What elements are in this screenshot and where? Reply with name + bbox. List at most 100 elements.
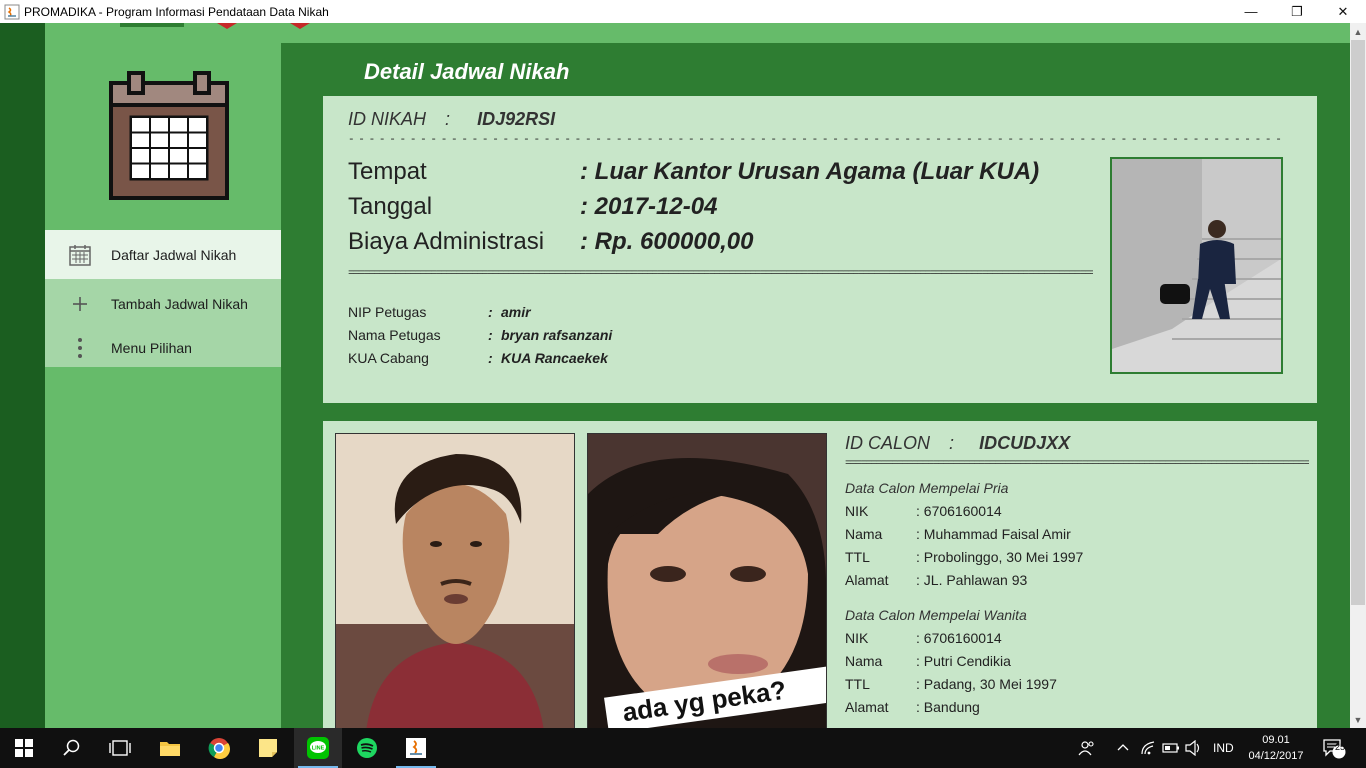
wifi-icon[interactable] (1140, 728, 1156, 768)
calendar-logo-icon (109, 71, 229, 201)
java-app-icon[interactable] (392, 728, 440, 768)
id-calon-label: ID CALON (845, 433, 931, 453)
id-nikah-label: ID NIKAH (348, 109, 427, 129)
pria-nama-label: Nama (845, 526, 883, 542)
more-vertical-icon (68, 336, 92, 360)
search-icon[interactable] (48, 728, 96, 768)
pria-section-title: Data Calon Mempelai Pria (845, 480, 1009, 496)
task-view-icon[interactable] (96, 728, 144, 768)
divider-dashes: - - - - - - - - - - - - - - - - - - - - … (348, 134, 1284, 146)
biaya-value: : Rp. 600000,00 (580, 228, 754, 255)
nip-petugas-value: amir (501, 304, 531, 320)
sidebar-item-menu-pilihan[interactable]: Menu Pilihan (45, 328, 281, 367)
file-explorer-icon[interactable] (146, 728, 194, 768)
top-strip (45, 23, 1350, 43)
close-button[interactable]: ✕ (1320, 0, 1366, 23)
clock-time: 09.01 (1262, 734, 1290, 746)
calendar-icon (68, 243, 92, 267)
title-bar: PROMADIKA - Program Informasi Pendataan … (0, 0, 1366, 23)
nama-petugas-label: Nama Petugas (348, 327, 441, 343)
scroll-thumb[interactable] (1351, 40, 1365, 605)
wanita-alamat-label: Alamat (845, 699, 889, 715)
tanggal-label: Tanggal (348, 193, 433, 220)
wanita-alamat-value: : Bandung (916, 699, 980, 715)
notifications-icon[interactable]: 25 (1322, 728, 1346, 768)
maximize-button[interactable]: ❐ (1274, 0, 1320, 23)
id-nikah-sep: : (445, 109, 451, 129)
scroll-up-icon[interactable]: ▲ (1350, 23, 1366, 40)
system-clock[interactable]: 09.01 04/12/2017 (1245, 732, 1307, 764)
nip-petugas-label: NIP Petugas (348, 304, 427, 320)
wanita-nik-value: : 6706160014 (916, 630, 1002, 646)
pria-nik-value: : 6706160014 (916, 503, 1002, 519)
id-nikah-row: ID NIKAH : IDJ92RSI (348, 109, 555, 130)
sticky-notes-icon[interactable] (244, 728, 292, 768)
chrome-icon[interactable] (195, 728, 243, 768)
calon-detail-card: ada yg peka? ID CALON : IDCUDJXX =======… (323, 421, 1317, 728)
pria-nik-label: NIK (845, 503, 869, 519)
groom-photo (335, 433, 575, 728)
biaya-label: Biaya Administrasi (348, 228, 545, 255)
id-calon-row: ID CALON : IDCUDJXX (845, 433, 1070, 454)
wanita-ttl-value: : Padang, 30 Mei 1997 (916, 676, 1057, 692)
header-fragment (120, 23, 184, 27)
scroll-down-icon[interactable]: ▼ (1350, 711, 1366, 728)
svg-text:LINE: LINE (312, 746, 325, 752)
kua-cabang-value: KUA Rancaekek (501, 350, 608, 366)
divider-equals: ========================================… (348, 268, 1093, 280)
people-icon[interactable] (1078, 728, 1096, 768)
pria-alamat-value: : JL. Pahlawan 93 (916, 572, 1028, 588)
id-calon-value: IDCUDJXX (979, 433, 1071, 453)
divider-equals: ========================================… (845, 458, 1309, 470)
language-indicator[interactable]: IND (1213, 728, 1234, 768)
pria-alamat-label: Alamat (845, 572, 889, 588)
nama-petugas-colon: : (488, 327, 493, 343)
nip-colon: : (488, 304, 493, 320)
volume-icon[interactable] (1185, 728, 1203, 768)
officer-photo (1110, 157, 1283, 374)
tanggal-value: : 2017-12-04 (580, 193, 718, 220)
page-title: Detail Jadwal Nikah (364, 59, 570, 84)
clock-date: 04/12/2017 (1248, 750, 1304, 762)
sidebar-item-label: Menu Pilihan (111, 339, 192, 356)
id-calon-sep: : (949, 433, 955, 453)
vertical-scrollbar[interactable]: ▲ ▼ (1350, 23, 1366, 728)
sidebar-item-label: Daftar Jadwal Nikah (111, 246, 237, 263)
bride-photo: ada yg peka? (587, 433, 827, 728)
kua-cabang-colon: : (488, 350, 493, 366)
nama-petugas-value: bryan rafsanzani (501, 327, 613, 343)
wanita-ttl-label: TTL (845, 676, 870, 692)
pria-ttl-value: : Probolinggo, 30 Mei 1997 (916, 549, 1084, 565)
tempat-label: Tempat (348, 158, 427, 185)
outer-left-band (0, 23, 45, 728)
window-title: PROMADIKA - Program Informasi Pendataan … (24, 4, 329, 19)
header-fragment (217, 23, 237, 29)
windows-start-icon[interactable] (0, 728, 48, 768)
minimize-button[interactable]: — (1228, 0, 1274, 23)
sidebar-item-daftar-jadwal-nikah[interactable]: Daftar Jadwal Nikah (45, 230, 281, 279)
tempat-value: : Luar Kantor Urusan Agama (Luar KUA) (580, 158, 1040, 185)
wanita-nik-label: NIK (845, 630, 869, 646)
pria-ttl-label: TTL (845, 549, 870, 565)
sidebar-menu: Daftar Jadwal Nikah Tambah Jadwal Nikah … (45, 230, 281, 367)
header-fragment (290, 23, 310, 29)
kua-cabang-label: KUA Cabang (348, 350, 429, 366)
nikah-detail-card: ID NIKAH : IDJ92RSI - - - - - - - - - - … (323, 96, 1317, 403)
java-app-icon (4, 4, 20, 19)
line-app-icon[interactable]: LINE (294, 728, 342, 768)
spotify-icon[interactable] (343, 728, 391, 768)
wanita-nama-label: Nama (845, 653, 883, 669)
chevron-up-icon[interactable] (1116, 728, 1130, 768)
id-nikah-value: IDJ92RSI (477, 109, 556, 129)
pria-nama-value: : Muhammad Faisal Amir (916, 526, 1071, 542)
sidebar-item-label: Tambah Jadwal Nikah (111, 295, 248, 312)
notification-count: 25 (1334, 742, 1345, 752)
sidebar-item-tambah-jadwal-nikah[interactable]: Tambah Jadwal Nikah (45, 279, 281, 328)
wanita-nama-value: : Putri Cendikia (916, 653, 1011, 669)
wanita-section-title: Data Calon Mempelai Wanita (845, 607, 1027, 623)
taskbar: LINE IND 09.01 04/12/2017 25 (0, 728, 1366, 768)
app-content: Daftar Jadwal Nikah Tambah Jadwal Nikah … (0, 23, 1350, 728)
battery-icon[interactable] (1162, 728, 1180, 768)
plus-icon (68, 292, 92, 316)
sidebar: Daftar Jadwal Nikah Tambah Jadwal Nikah … (45, 43, 281, 728)
